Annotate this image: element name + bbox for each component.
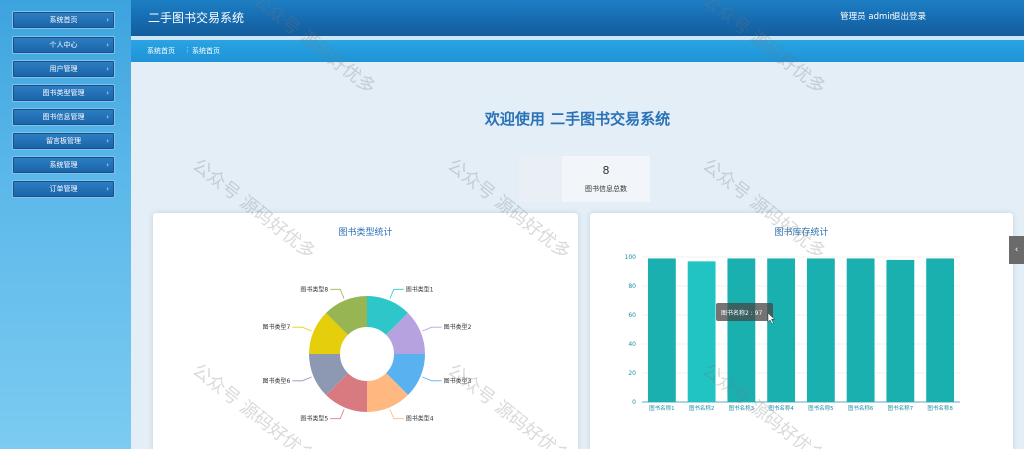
x-tick-label: 图书名称7 (888, 404, 914, 412)
logout-link[interactable]: 退出登录 (892, 10, 926, 22)
breadcrumb-separator: ⋮ (184, 46, 191, 54)
bar[interactable] (846, 258, 875, 402)
sidebar-item-label: 图书类型管理 (42, 89, 85, 97)
breadcrumb: 系统首页 ⋮ 系统首页 (131, 40, 1024, 62)
pie-label-line (389, 288, 404, 299)
chevron-icon: › (106, 89, 109, 97)
y-tick-label: 100 (625, 254, 637, 261)
app-title: 二手图书交易系统 (148, 11, 245, 25)
chevron-icon: › (106, 137, 109, 145)
y-tick-label: 0 (632, 399, 636, 406)
sidebar-item-label: 留言板管理 (46, 137, 81, 145)
tooltip-text: 图书名称2 : 97 (721, 309, 762, 317)
pie-label-line (330, 409, 345, 420)
pie-chart: 图书类型1 图书类型2 图书类型3 图书类型4 图书类型5 图书类型6 图书类型7 图书类型8 (263, 285, 472, 423)
chevron-icon: › (106, 185, 109, 193)
chevron-icon: › (106, 41, 109, 49)
pie-slice-label: 图书类型6 (263, 377, 291, 385)
chevron-icon: › (106, 161, 109, 169)
x-tick-label: 图书名称5 (808, 404, 834, 412)
bar[interactable] (767, 258, 796, 402)
bar-chart: 0 20 40 60 80 100 图书名称1 图书名称2 图书名称3 图书名称4 图书名称5 图书名… (625, 254, 960, 412)
bar[interactable] (727, 258, 756, 402)
admin-label: 管理员 admin (840, 12, 895, 22)
sidebar: 系统首页 › 个人中心 › 用户管理 › 图书类型管理 › 图书信息管理 › 留言板管理 ›… (0, 0, 131, 449)
bar[interactable] (926, 258, 955, 402)
stat-icon-area (519, 156, 562, 202)
bar-chart-card: 图书库存统计 0 20 40 60 80 100 图书名称1 图书名称2 图书名称3 图书名称4 图… (590, 213, 1013, 449)
x-tick-label: 图书名称8 (927, 404, 953, 412)
chart-tooltip: 图书名称2 : 97 (716, 303, 773, 321)
x-tick-label: 图书名称1 (649, 404, 675, 412)
x-tick-label: 图书名称3 (729, 404, 755, 412)
stat-label: 图书信息总数 (585, 185, 627, 193)
welcome-title: 欢迎使用 二手图书交易系统 (484, 110, 671, 128)
sidebar-item-profile[interactable]: 个人中心 › (12, 36, 115, 54)
bar[interactable] (687, 261, 716, 402)
chevron-icon: › (106, 113, 109, 121)
sidebar-item-book-types[interactable]: 图书类型管理 › (12, 84, 115, 102)
pie-slice-label: 图书类型2 (444, 323, 472, 331)
stat-value: 8 (602, 164, 610, 177)
breadcrumb-current: 系统首页 (192, 47, 220, 55)
pie-label-line (330, 288, 345, 299)
y-tick-label: 60 (628, 312, 636, 319)
y-tick-label: 40 (628, 341, 636, 348)
bar[interactable] (886, 259, 915, 402)
pie-slice-label: 图书类型8 (300, 285, 328, 293)
sidebar-item-label: 系统管理 (49, 161, 78, 169)
breadcrumb-home-link[interactable]: 系统首页 (147, 46, 175, 56)
pie-label-line (292, 326, 312, 332)
pie-label-line (292, 376, 312, 382)
pie-slice-label: 图书类型7 (263, 323, 291, 331)
sidebar-item-book-info[interactable]: 图书信息管理 › (12, 108, 115, 126)
x-tick-label: 图书名称2 (689, 404, 715, 412)
pie-slice-label: 图书类型4 (406, 415, 434, 423)
sidebar-item-messages[interactable]: 留言板管理 › (12, 132, 115, 150)
sidebar-item-users[interactable]: 用户管理 › (12, 60, 115, 78)
y-tick-label: 20 (628, 370, 636, 377)
sidebar-item-label: 用户管理 (49, 65, 78, 73)
sidebar-item-label: 系统首页 (49, 16, 78, 24)
pie-label-line (389, 409, 404, 420)
sidebar-item-label: 图书信息管理 (42, 113, 85, 121)
bar[interactable] (647, 258, 676, 402)
pie-slice-label: 图书类型3 (444, 377, 472, 385)
top-header: 二手图书交易系统 管理员 admin 退出登录 (131, 0, 1024, 36)
y-tick-label: 80 (628, 283, 636, 290)
pie-label-line (422, 326, 442, 332)
x-tick-label: 图书名称6 (848, 404, 874, 412)
sidebar-item-system[interactable]: 系统管理 › (12, 156, 115, 174)
pie-label-line (422, 376, 442, 382)
sidebar-item-home[interactable]: 系统首页 › (12, 11, 115, 29)
sidebar-item-label: 订单管理 (49, 185, 78, 193)
x-tick-label: 图书名称4 (768, 404, 794, 412)
chevron-icon: › (106, 16, 109, 24)
pie-slice-label: 图书类型5 (300, 415, 328, 423)
sidebar-item-label: 个人中心 (49, 41, 78, 49)
pie-chart-card: 图书类型统计 图书类型1 图书类型2 图书类型3 图书类型4 图书类型5 图书类型6 图书类… (153, 213, 578, 449)
stat-card: 8 图书信息总数 (519, 156, 650, 202)
bar[interactable] (806, 258, 835, 402)
chevron-icon: › (106, 65, 109, 73)
chevron-left-icon[interactable]: ‹ (1009, 236, 1024, 264)
sidebar-item-orders[interactable]: 订单管理 › (12, 180, 115, 198)
pie-slice-label: 图书类型1 (406, 285, 434, 293)
